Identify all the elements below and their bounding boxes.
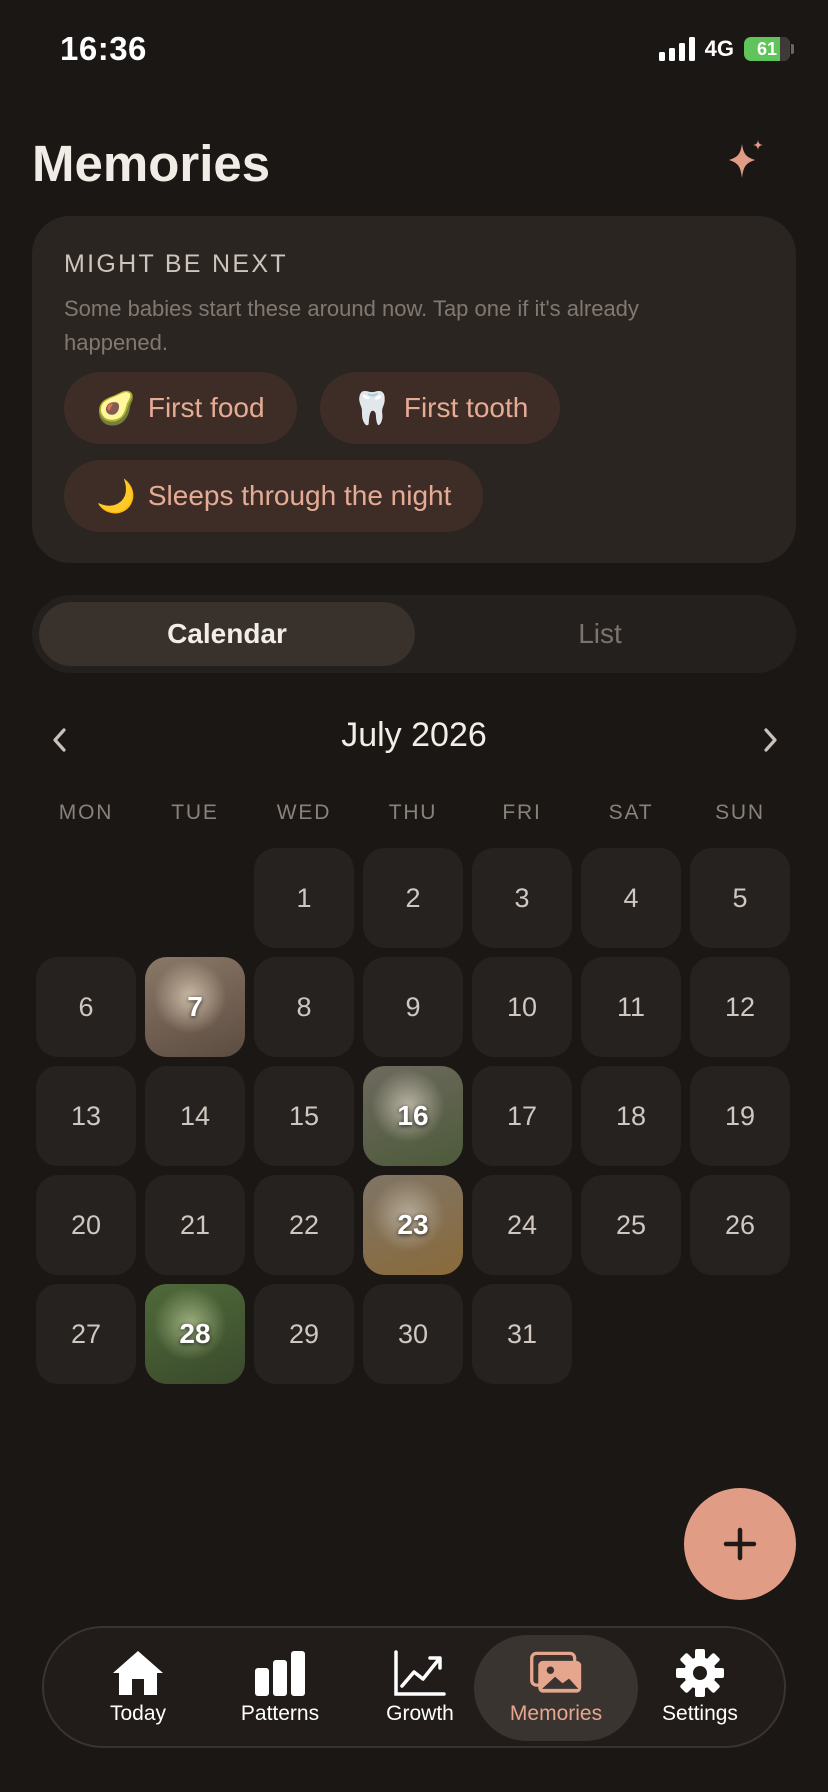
tab-list[interactable]: List <box>412 602 788 666</box>
calendar-day[interactable]: 3 <box>472 848 572 948</box>
suggestions-heading: MIGHT BE NEXT <box>64 250 288 278</box>
bottom-tab-bar: Today Patterns Growth Memories Settings <box>42 1626 786 1748</box>
calendar-day[interactable]: 10 <box>472 957 572 1057</box>
tab-growth[interactable]: Growth <box>360 1628 480 1746</box>
page-title: Memories <box>32 135 271 192</box>
calendar-day[interactable]: 25 <box>581 1175 681 1275</box>
chevron-left-icon <box>53 728 66 752</box>
gear-icon <box>676 1649 724 1697</box>
tab-label: Today <box>109 1702 167 1725</box>
day-number: 23 <box>397 1209 429 1240</box>
calendar-day-with-photo[interactable]: 28 <box>145 1284 245 1384</box>
calendar-day[interactable]: 2 <box>363 848 463 948</box>
tab-memories[interactable]: Memories <box>484 1628 628 1746</box>
calendar-day[interactable]: 14 <box>145 1066 245 1166</box>
tab-today[interactable]: Today <box>88 1628 188 1746</box>
suggestions-description: Some babies start these around now. Tap … <box>64 296 639 355</box>
tab-settings[interactable]: Settings <box>650 1628 750 1746</box>
chip-sleeps-through-night[interactable]: 🌙 Sleeps through the night <box>64 460 484 532</box>
plus-icon <box>723 1527 757 1561</box>
tab-label: Patterns <box>240 1702 320 1725</box>
tab-label: Memories <box>509 1702 603 1725</box>
home-icon <box>113 1651 163 1695</box>
chip-label: First food <box>147 392 265 423</box>
calendar-day[interactable]: 11 <box>581 957 681 1057</box>
tooth-icon: 🦷 <box>352 389 392 427</box>
month-title: July 2026 <box>341 716 487 754</box>
weekday-label: FRI <box>502 801 542 824</box>
chevron-right-icon <box>764 728 777 752</box>
weekday-label: TUE <box>171 801 219 824</box>
milestone-suggestions-card: MIGHT BE NEXT Some babies start these ar… <box>32 216 796 563</box>
battery-level: 61 <box>756 38 778 59</box>
add-memory-button[interactable] <box>684 1488 796 1600</box>
calendar-day[interactable]: 12 <box>690 957 790 1057</box>
avocado-icon: 🥑 <box>96 389 136 427</box>
calendar-day-with-photo[interactable]: 23 <box>363 1175 463 1275</box>
chip-label: First tooth <box>403 392 529 423</box>
calendar-day[interactable]: 27 <box>36 1284 136 1384</box>
signal-icon <box>658 37 695 61</box>
calendar-day[interactable]: 15 <box>254 1066 354 1166</box>
view-toggle: Calendar List <box>32 595 796 673</box>
calendar-day[interactable]: 18 <box>581 1066 681 1166</box>
day-number: 28 <box>179 1318 211 1349</box>
status-bar: 16:36 4G 61 <box>0 0 828 100</box>
calendar-day[interactable]: 19 <box>690 1066 790 1166</box>
day-number: 16 <box>397 1100 429 1131</box>
photos-icon <box>530 1651 582 1693</box>
calendar-day-with-photo[interactable]: 7 <box>145 957 245 1057</box>
calendar-day[interactable]: 9 <box>363 957 463 1057</box>
weekday-label: SUN <box>715 801 765 824</box>
calendar-day[interactable]: 30 <box>363 1284 463 1384</box>
bar-chart-icon <box>255 1651 305 1696</box>
chip-first-tooth[interactable]: 🦷 First tooth <box>320 372 561 444</box>
tab-label: Settings <box>662 1702 738 1725</box>
calendar-day[interactable]: 20 <box>36 1175 136 1275</box>
previous-month-button[interactable] <box>42 722 78 758</box>
calendar-day[interactable]: 8 <box>254 957 354 1057</box>
chip-first-food[interactable]: 🥑 First food <box>64 372 297 444</box>
calendar-day[interactable]: 26 <box>690 1175 790 1275</box>
trend-up-icon <box>394 1650 446 1696</box>
next-month-button[interactable] <box>752 722 788 758</box>
network-type: 4G <box>704 36 734 61</box>
weekday-header: MON TUE WED THU FRI SAT SUN <box>36 801 792 831</box>
tab-patterns[interactable]: Patterns <box>220 1628 340 1746</box>
weekday-label: SAT <box>608 801 654 824</box>
battery-icon: 61 <box>744 37 794 61</box>
status-indicators: 4G 61 <box>658 36 794 62</box>
status-time: 16:36 <box>60 30 147 67</box>
calendar-day-with-photo[interactable]: 16 <box>363 1066 463 1166</box>
calendar-day[interactable]: 13 <box>36 1066 136 1166</box>
calendar-day[interactable]: 6 <box>36 957 136 1057</box>
sparkle-icon[interactable] <box>722 138 768 184</box>
weekday-label: THU <box>388 801 438 824</box>
calendar-day[interactable]: 4 <box>581 848 681 948</box>
tab-calendar[interactable]: Calendar <box>39 602 415 666</box>
calendar-day[interactable]: 24 <box>472 1175 572 1275</box>
calendar-day[interactable]: 29 <box>254 1284 354 1384</box>
weekday-label: MON <box>58 801 114 824</box>
moon-icon: 🌙 <box>96 477 136 515</box>
calendar-day[interactable]: 22 <box>254 1175 354 1275</box>
weekday-label: WED <box>276 801 332 824</box>
day-number: 7 <box>187 991 203 1022</box>
calendar-day[interactable]: 1 <box>254 848 354 948</box>
calendar-day[interactable]: 17 <box>472 1066 572 1166</box>
calendar-day[interactable]: 31 <box>472 1284 572 1384</box>
calendar-day[interactable]: 21 <box>145 1175 245 1275</box>
calendar-day[interactable]: 5 <box>690 848 790 948</box>
tab-label: Growth <box>386 1702 454 1725</box>
chip-label: Sleeps through the night <box>147 480 452 511</box>
